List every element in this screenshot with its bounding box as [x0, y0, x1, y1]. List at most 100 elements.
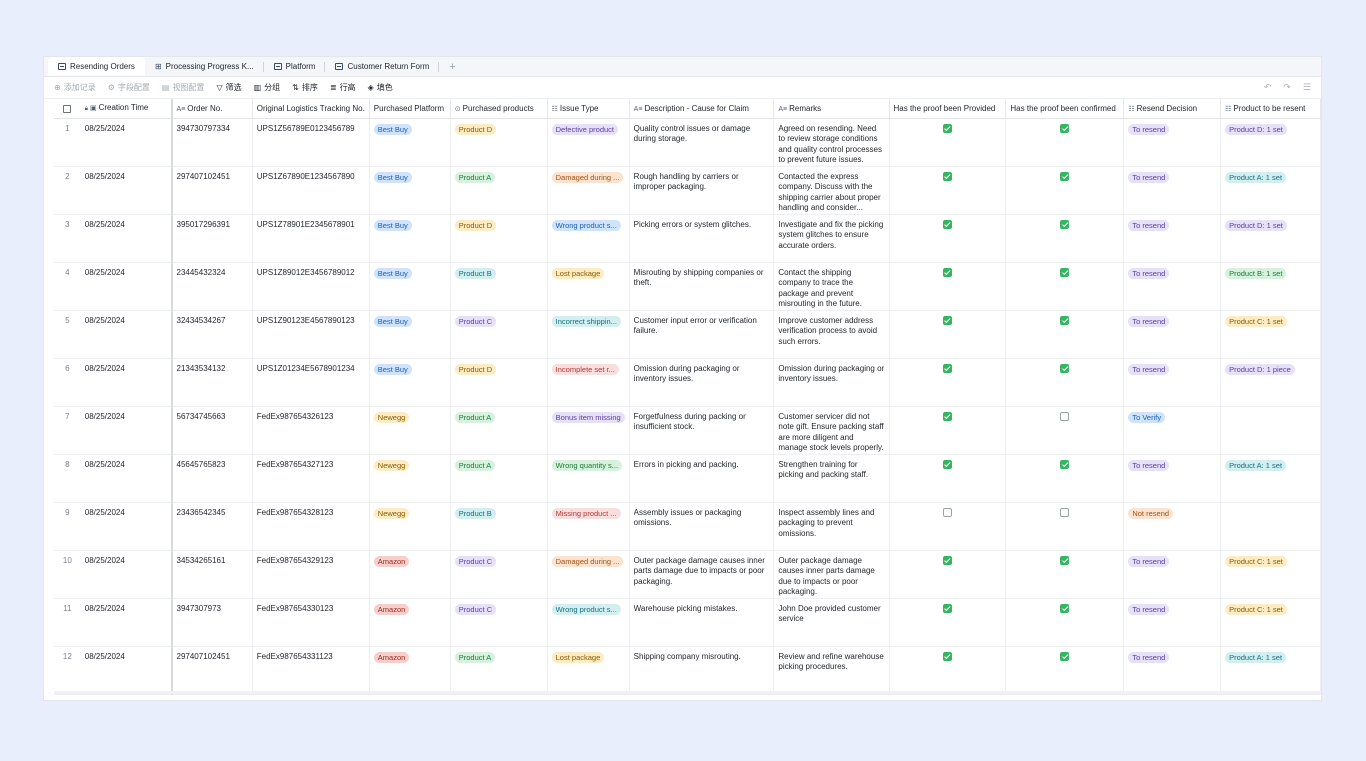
cell-proof-confirmed[interactable] [1005, 550, 1125, 599]
cell-creation-time[interactable]: 08/25/2024 [80, 598, 173, 647]
cell-remarks[interactable]: Strengthen training for picking and pack… [773, 454, 890, 503]
cell-resend-decision[interactable]: To resend [1123, 358, 1222, 407]
cell-product-to-resend[interactable] [1220, 502, 1321, 551]
cell-order-no[interactable]: 56734745663 [171, 406, 253, 455]
cell-description[interactable]: Assembly issues or packaging omissions. [629, 502, 775, 551]
cell-creation-time[interactable]: 08/25/2024 [80, 166, 173, 215]
column-header[interactable]: A≡ Order No. [171, 99, 253, 119]
cell-tracking-no[interactable]: FedEx987654326123 [252, 406, 370, 455]
cell-product[interactable]: Product A [450, 406, 548, 455]
proof-provided-checkbox[interactable] [942, 411, 952, 421]
cell-proof-provided[interactable] [889, 550, 1007, 599]
group-button[interactable]: ▥ 分组 [254, 82, 281, 93]
cell-tracking-no[interactable]: FedEx987654330123 [252, 598, 370, 647]
filter-button[interactable]: ▽ 筛选 [216, 82, 241, 93]
tab-platform[interactable]: Platform [264, 57, 326, 76]
cell-resend-decision[interactable]: To Verify [1123, 406, 1222, 455]
cell-order-no[interactable]: 23436542345 [171, 502, 253, 551]
cell-proof-provided[interactable] [889, 406, 1007, 455]
cell-tracking-no[interactable]: FedEx987654331123 [252, 646, 370, 695]
cell-order-no[interactable]: 3947307973 [171, 598, 253, 647]
proof-provided-checkbox[interactable] [942, 555, 952, 565]
cell-product[interactable]: Product C [450, 310, 548, 359]
cell-creation-time[interactable]: 08/25/2024 [80, 118, 173, 167]
cell-creation-time[interactable]: 08/25/2024 [80, 502, 173, 551]
cell-description[interactable]: Outer package damage causes inner parts … [629, 550, 775, 599]
proof-confirmed-checkbox[interactable] [1060, 651, 1070, 661]
cell-product[interactable]: Product C [450, 550, 548, 599]
proof-provided-checkbox[interactable] [942, 459, 952, 469]
column-header[interactable]: A≡ Remarks [773, 99, 890, 119]
cell-tracking-no[interactable]: FedEx987654327123 [252, 454, 370, 503]
sort-button[interactable]: ⇅ 排序 [292, 82, 318, 93]
cell-product-to-resend[interactable]: Product A: 1 set [1220, 646, 1321, 695]
cell-tracking-no[interactable]: UPS1Z78901E2345678901 [252, 214, 370, 263]
cell-issue-type[interactable]: Bonus item missing [547, 406, 630, 455]
cell-tracking-no[interactable]: UPS1Z01234E5678901234 [252, 358, 370, 407]
table-row[interactable]: 6 08/25/2024 21343534132 UPS1Z01234E5678901… [54, 358, 1321, 407]
cell-product[interactable]: Product C [450, 598, 548, 647]
cell-proof-confirmed[interactable] [1005, 598, 1125, 647]
cell-tracking-no[interactable]: UPS1Z89012E3456789012 [252, 262, 370, 311]
proof-provided-checkbox[interactable] [942, 603, 952, 613]
table-row[interactable]: 1 08/25/2024 394730797334 UPS1Z56789E012345… [54, 118, 1321, 167]
proof-confirmed-checkbox[interactable] [1060, 315, 1070, 325]
cell-creation-time[interactable]: 08/25/2024 [80, 310, 173, 359]
cell-product[interactable]: Product D [450, 214, 548, 263]
cell-description[interactable]: Rough handling by carriers or improper p… [629, 166, 775, 215]
undo-icon[interactable]: ↶ [1264, 82, 1272, 93]
proof-provided-checkbox[interactable] [942, 315, 952, 325]
cell-remarks[interactable]: Customer servicer did not note gift. Ens… [773, 406, 890, 455]
table-row[interactable]: 3 08/25/2024 395017296391 UPS1Z78901E234567… [54, 214, 1321, 263]
add-record-button[interactable]: ⊕ 添加记录 [54, 82, 96, 93]
cell-product-to-resend[interactable]: Product B: 1 set [1220, 262, 1321, 311]
cell-issue-type[interactable]: Wrong product s... [547, 598, 630, 647]
table-row[interactable]: 7 08/25/2024 56734745663 FedEx987654326123 N… [54, 406, 1321, 455]
cell-proof-confirmed[interactable] [1005, 358, 1125, 407]
cell-proof-confirmed[interactable] [1005, 502, 1125, 551]
cell-order-no[interactable]: 23445432324 [171, 262, 253, 311]
cell-order-no[interactable]: 297407102451 [171, 646, 253, 695]
cell-platform[interactable]: Best Buy [369, 118, 451, 167]
cell-proof-provided[interactable] [889, 262, 1007, 311]
table-row[interactable]: 4 08/25/2024 23445432324 UPS1Z89012E3456789… [54, 262, 1321, 311]
proof-confirmed-checkbox[interactable] [1060, 267, 1070, 277]
cell-platform[interactable]: Best Buy [369, 214, 451, 263]
cell-resend-decision[interactable]: To resend [1123, 646, 1222, 695]
cell-proof-provided[interactable] [889, 214, 1007, 263]
cell-description[interactable]: Shipping company misrouting. [629, 646, 775, 695]
cell-product[interactable]: Product A [450, 454, 548, 503]
cell-proof-provided[interactable] [889, 454, 1007, 503]
proof-provided-checkbox[interactable] [942, 219, 952, 229]
more-options-icon[interactable]: ☰ [1303, 82, 1311, 93]
column-header[interactable]: Has the proof been Provided [889, 99, 1007, 119]
cell-platform[interactable]: Best Buy [369, 310, 451, 359]
cell-resend-decision[interactable]: Not resend [1123, 502, 1222, 551]
cell-order-no[interactable]: 21343534132 [171, 358, 253, 407]
proof-confirmed-checkbox[interactable] [1060, 555, 1070, 565]
cell-proof-confirmed[interactable] [1005, 454, 1125, 503]
view-config-button[interactable]: ▤ 视图配置 [162, 82, 205, 93]
cell-tracking-no[interactable]: UPS1Z67890E1234567890 [252, 166, 370, 215]
column-header[interactable]: Purchased Platform [369, 99, 451, 119]
horizontal-scrollbar[interactable] [54, 691, 1321, 694]
cell-platform[interactable]: Best Buy [369, 166, 451, 215]
row-height-button[interactable]: ≣ 行高 [330, 82, 356, 93]
cell-resend-decision[interactable]: To resend [1123, 454, 1222, 503]
cell-description[interactable]: Omission during packaging or inventory i… [629, 358, 775, 407]
cell-tracking-no[interactable]: FedEx987654329123 [252, 550, 370, 599]
table-row[interactable]: 12 08/25/2024 297407102451 FedEx98765433112… [54, 646, 1321, 695]
table-row[interactable]: 10 08/25/2024 34534265161 FedEx987654329123… [54, 550, 1321, 599]
cell-order-no[interactable]: 394730797334 [171, 118, 253, 167]
cell-issue-type[interactable]: Incomplete set r... [547, 358, 630, 407]
cell-tracking-no[interactable]: FedEx987654328123 [252, 502, 370, 551]
cell-order-no[interactable]: 395017296391 [171, 214, 253, 263]
cell-resend-decision[interactable]: To resend [1123, 310, 1222, 359]
cell-resend-decision[interactable]: To resend [1123, 118, 1222, 167]
cell-issue-type[interactable]: Missing product ... [547, 502, 630, 551]
column-header[interactable]: ☷ Issue Type [547, 99, 630, 119]
proof-confirmed-checkbox[interactable] [1060, 459, 1070, 469]
cell-proof-provided[interactable] [889, 166, 1007, 215]
cell-product[interactable]: Product D [450, 358, 548, 407]
cell-creation-time[interactable]: 08/25/2024 [80, 406, 173, 455]
